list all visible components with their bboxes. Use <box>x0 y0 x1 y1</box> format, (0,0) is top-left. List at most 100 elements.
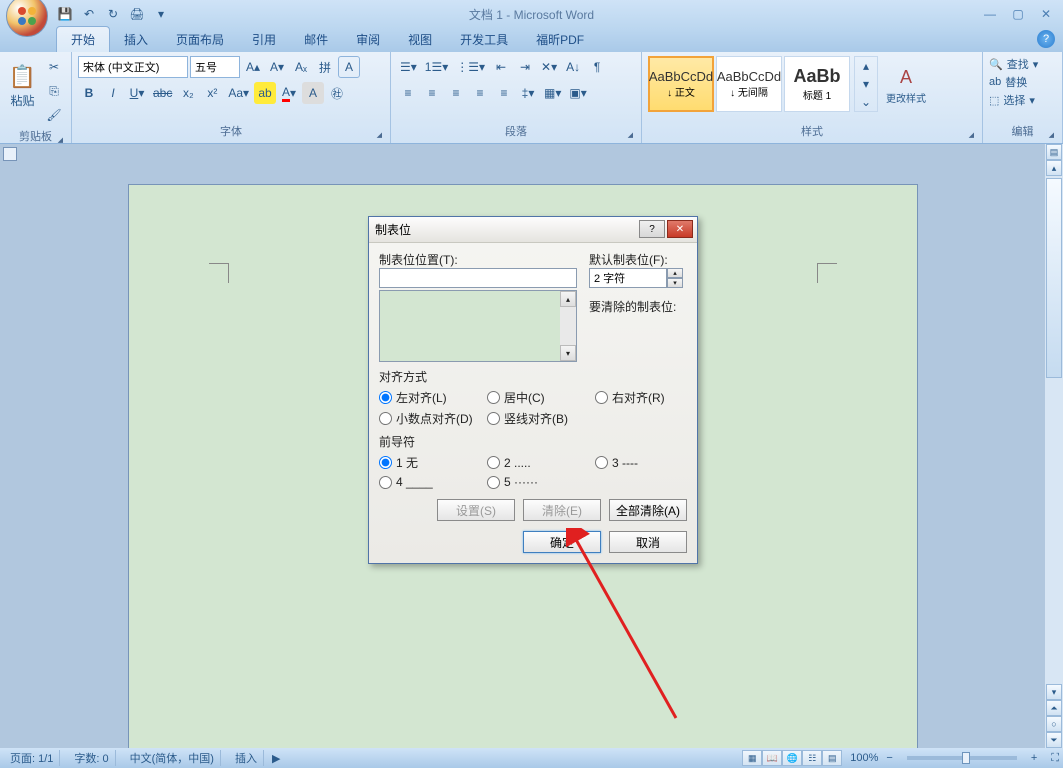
zoom-slider[interactable] <box>907 756 1017 760</box>
format-painter-icon[interactable]: 🖌 <box>43 104 65 126</box>
highlight-icon[interactable]: ab <box>254 82 276 104</box>
align-right-radio[interactable]: 右对齐(R) <box>595 389 685 406</box>
subscript-icon[interactable]: x₂ <box>177 82 199 104</box>
view-web-icon[interactable]: 🌐 <box>782 750 802 766</box>
print-icon[interactable]: 🖨 <box>126 3 148 25</box>
vertical-scrollbar[interactable]: ▤ ▴ ▾ ⏶ ○ ⏷ <box>1045 144 1063 748</box>
italic-icon[interactable]: I <box>102 82 124 104</box>
scroll-thumb[interactable] <box>1046 178 1062 378</box>
clear-format-icon[interactable]: Aₓ <box>290 56 312 78</box>
qat-dropdown-icon[interactable]: ▾ <box>150 3 172 25</box>
justify-icon[interactable]: ≡ <box>469 82 491 104</box>
prev-page-icon[interactable]: ⏶ <box>1046 700 1062 716</box>
tab-references[interactable]: 引用 <box>238 27 290 52</box>
underline-icon[interactable]: U▾ <box>126 82 148 104</box>
phonetic-icon[interactable]: 拼 <box>314 56 336 78</box>
view-outline-icon[interactable]: ☷ <box>802 750 822 766</box>
char-border-icon[interactable]: A <box>338 56 360 78</box>
align-left-radio[interactable]: 左对齐(L) <box>379 389 487 406</box>
dialog-close-icon[interactable]: ✕ <box>667 220 693 238</box>
fullscreen-icon[interactable]: ⛶ <box>1051 752 1059 765</box>
macro-record-icon[interactable]: ▶ <box>272 752 280 765</box>
font-size-select[interactable]: 五号 <box>190 56 240 78</box>
status-words[interactable]: 字数: 0 <box>68 750 115 766</box>
spin-up-icon[interactable]: ▴ <box>667 268 683 278</box>
leader-4-radio[interactable]: 4 ____ <box>379 475 487 489</box>
style-normal[interactable]: AaBbCcDd ↓ 正文 <box>648 56 714 112</box>
text-direction-icon[interactable]: ✕▾ <box>538 56 560 78</box>
leader-1-radio[interactable]: 1 无 <box>379 454 487 471</box>
undo-icon[interactable]: ↶ <box>78 3 100 25</box>
zoom-in-icon[interactable]: + <box>1031 752 1037 764</box>
multilevel-icon[interactable]: ⋮☰▾ <box>453 56 488 78</box>
tab-foxit[interactable]: 福昕PDF <box>522 27 598 52</box>
scroll-up-icon[interactable]: ▴ <box>1046 160 1062 176</box>
set-button[interactable]: 设置(S) <box>437 499 515 521</box>
save-icon[interactable]: 💾 <box>54 3 76 25</box>
next-page-icon[interactable]: ⏷ <box>1046 732 1062 748</box>
shading-icon[interactable]: ▦▾ <box>541 82 564 104</box>
close-button[interactable]: ✕ <box>1033 6 1059 22</box>
font-color-icon[interactable]: A▾ <box>278 82 300 104</box>
tab-position-list[interactable]: ▴ ▾ <box>379 290 577 362</box>
copy-icon[interactable]: ⎘ <box>43 80 65 102</box>
tab-developer[interactable]: 开发工具 <box>446 27 522 52</box>
minimize-button[interactable]: — <box>977 6 1003 22</box>
list-scroll-up-icon[interactable]: ▴ <box>560 291 576 307</box>
line-spacing-icon[interactable]: ‡▾ <box>517 82 539 104</box>
bold-icon[interactable]: B <box>78 82 100 104</box>
zoom-level[interactable]: 100% <box>850 752 878 764</box>
dialog-help-icon[interactable]: ? <box>639 220 665 238</box>
tab-layout[interactable]: 页面布局 <box>162 27 238 52</box>
find-button[interactable]: 🔍查找 ▾ <box>989 56 1038 72</box>
tab-review[interactable]: 审阅 <box>342 27 394 52</box>
style-scroll-up-icon[interactable]: ▴ <box>855 57 877 75</box>
align-bar-radio[interactable]: 竖线对齐(B) <box>487 410 595 427</box>
leader-5-radio[interactable]: 5 ······ <box>487 475 595 489</box>
select-button[interactable]: ⬚选择 ▾ <box>989 92 1035 108</box>
cancel-button[interactable]: 取消 <box>609 531 687 553</box>
list-scroll-down-icon[interactable]: ▾ <box>560 345 576 361</box>
font-name-select[interactable]: 宋体 (中文正文) <box>78 56 188 78</box>
ruler-toggle-icon[interactable]: ▤ <box>1046 144 1062 160</box>
dialog-title-bar[interactable]: 制表位 ? ✕ <box>369 217 697 243</box>
cut-icon[interactable]: ✂ <box>43 56 65 78</box>
bullets-icon[interactable]: ☰▾ <box>397 56 420 78</box>
align-right-icon[interactable]: ≡ <box>445 82 467 104</box>
style-heading1[interactable]: AaBb 标题 1 <box>784 56 850 112</box>
change-case-icon[interactable]: Aa▾ <box>225 82 252 104</box>
help-icon[interactable]: ? <box>1037 30 1055 48</box>
indent-dec-icon[interactable]: ⇤ <box>490 56 512 78</box>
shrink-font-icon[interactable]: A▾ <box>266 56 288 78</box>
enclose-char-icon[interactable]: ㊓ <box>326 82 348 104</box>
view-draft-icon[interactable]: ▤ <box>822 750 842 766</box>
style-scroll-down-icon[interactable]: ▾ <box>855 75 877 93</box>
change-styles-button[interactable]: A 更改样式 <box>882 56 930 116</box>
show-marks-icon[interactable]: ¶ <box>586 56 608 78</box>
superscript-icon[interactable]: x² <box>201 82 223 104</box>
tab-mail[interactable]: 邮件 <box>290 27 342 52</box>
tab-view[interactable]: 视图 <box>394 27 446 52</box>
ok-button[interactable]: 确定 <box>523 531 601 553</box>
align-center-radio[interactable]: 居中(C) <box>487 389 595 406</box>
browse-object-icon[interactable]: ○ <box>1046 716 1062 732</box>
tab-selector[interactable] <box>3 147 17 161</box>
clear-all-button[interactable]: 全部清除(A) <box>609 499 687 521</box>
sort-icon[interactable]: A↓ <box>562 56 584 78</box>
align-decimal-radio[interactable]: 小数点对齐(D) <box>379 410 487 427</box>
leader-3-radio[interactable]: 3 ---- <box>595 454 685 471</box>
maximize-button[interactable]: ▢ <box>1005 6 1031 22</box>
tab-insert[interactable]: 插入 <box>110 27 162 52</box>
align-left-icon[interactable]: ≡ <box>397 82 419 104</box>
indent-inc-icon[interactable]: ⇥ <box>514 56 536 78</box>
leader-2-radio[interactable]: 2 ..... <box>487 454 595 471</box>
strike-icon[interactable]: abc <box>150 82 175 104</box>
status-page[interactable]: 页面: 1/1 <box>4 750 60 766</box>
distribute-icon[interactable]: ≡ <box>493 82 515 104</box>
align-center-icon[interactable]: ≡ <box>421 82 443 104</box>
view-read-icon[interactable]: 📖 <box>762 750 782 766</box>
view-print-icon[interactable]: ▦ <box>742 750 762 766</box>
redo-icon[interactable]: ↻ <box>102 3 124 25</box>
borders-icon[interactable]: ▣▾ <box>566 82 589 104</box>
tab-position-input[interactable] <box>379 268 577 288</box>
